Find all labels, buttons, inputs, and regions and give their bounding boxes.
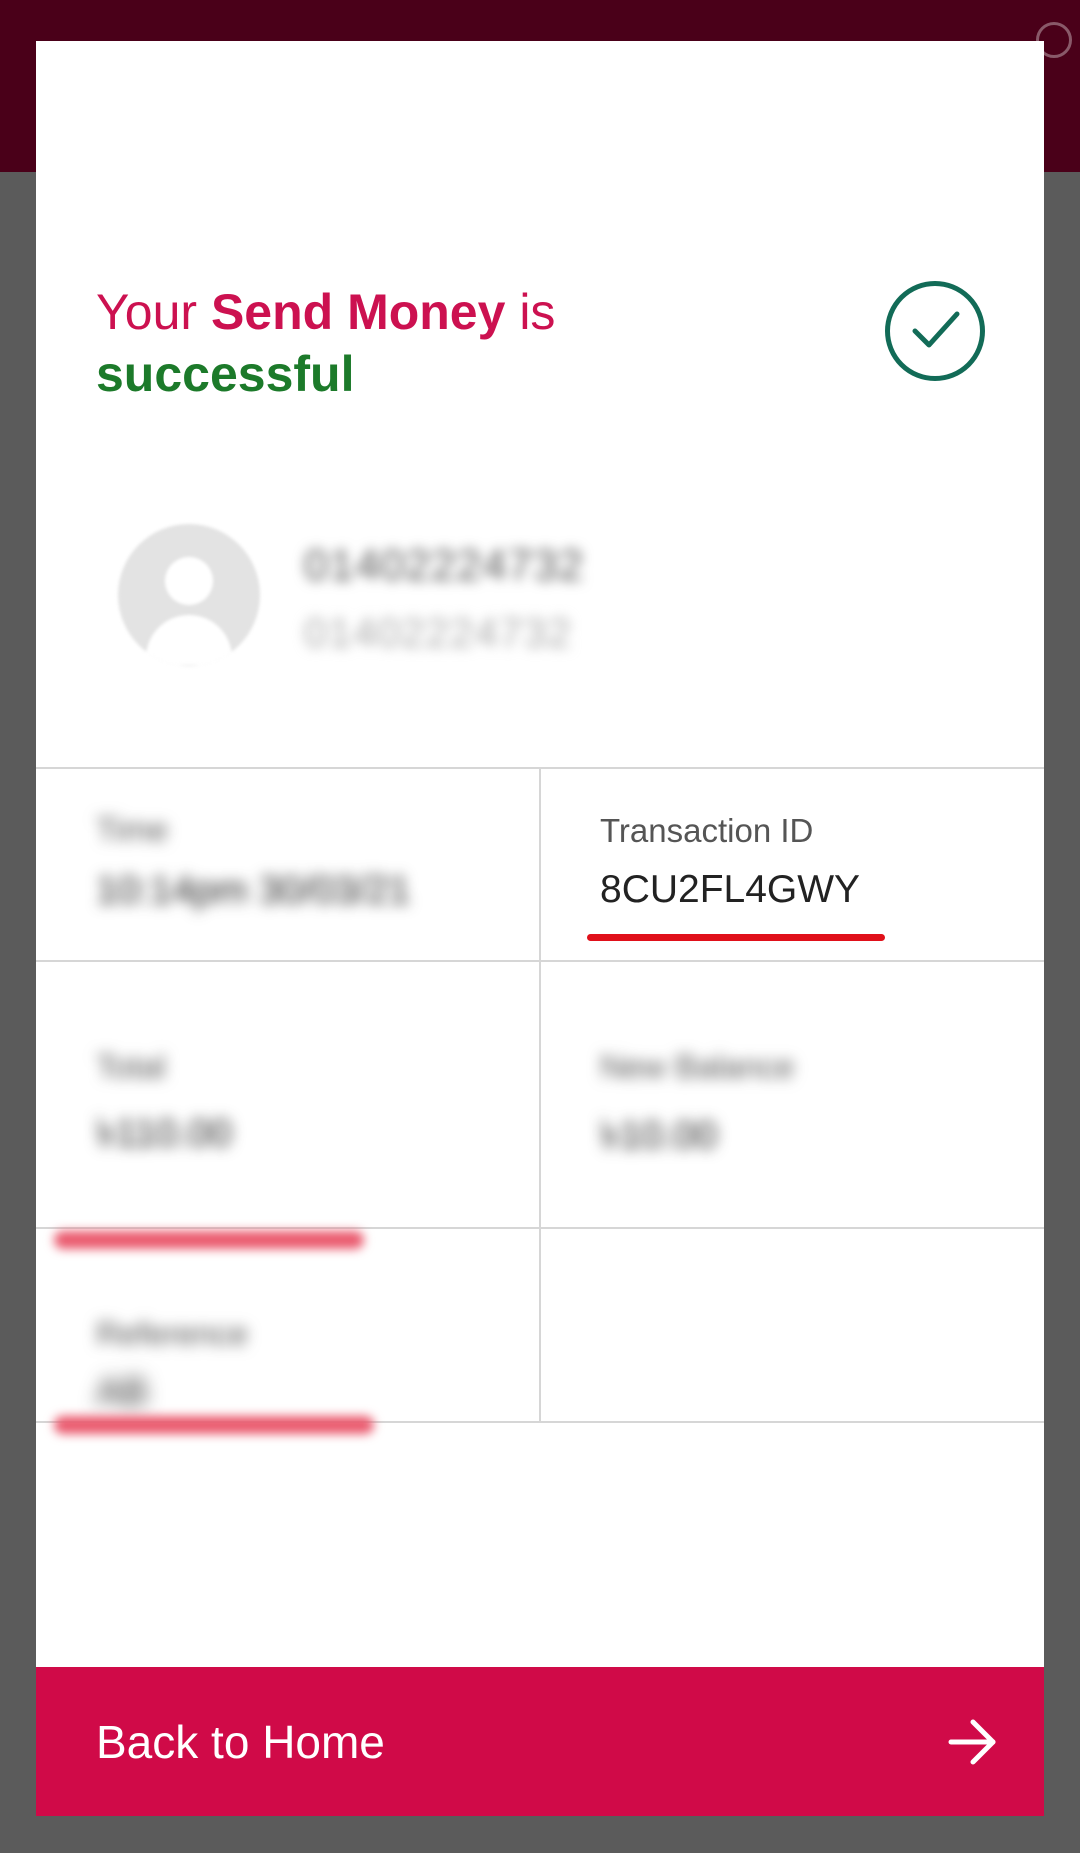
- user-avatar-icon: [118, 524, 260, 666]
- back-to-home-button[interactable]: Back to Home: [36, 1667, 1044, 1816]
- recipient-name: 01402224732: [304, 541, 585, 590]
- new-balance-label: New Balance: [600, 1048, 795, 1085]
- transaction-id-label: Transaction ID: [600, 812, 814, 849]
- new-balance-value: ৳10.00: [600, 1114, 718, 1157]
- transaction-type: Send Money: [210, 284, 506, 340]
- transaction-id-highlight: [587, 934, 885, 941]
- success-status: successful: [96, 346, 355, 402]
- recipient-number: 01402224732: [304, 609, 572, 656]
- success-dialog: Your Send Money is successful 0140222473…: [36, 41, 1044, 1816]
- check-circle-icon: [885, 281, 985, 381]
- time-value: 10:14pm 30/03/21: [96, 869, 411, 912]
- reference-value: AB: [96, 1371, 149, 1414]
- total-label: Total: [96, 1048, 166, 1085]
- total-value: ৳110.00: [96, 1112, 232, 1155]
- grid-divider: [539, 767, 541, 1423]
- success-headline: Your Send Money is successful: [96, 281, 656, 405]
- reference-label: Reference: [96, 1315, 249, 1352]
- redaction-mark: [54, 1416, 374, 1434]
- redaction-mark: [54, 1231, 364, 1249]
- transaction-id-value[interactable]: 8CU2FL4GWY: [600, 868, 860, 912]
- success-header: Your Send Money is successful: [96, 281, 656, 405]
- time-label: Time: [96, 811, 169, 848]
- back-to-home-label: Back to Home: [96, 1716, 385, 1768]
- arrow-right-icon: [948, 1719, 996, 1765]
